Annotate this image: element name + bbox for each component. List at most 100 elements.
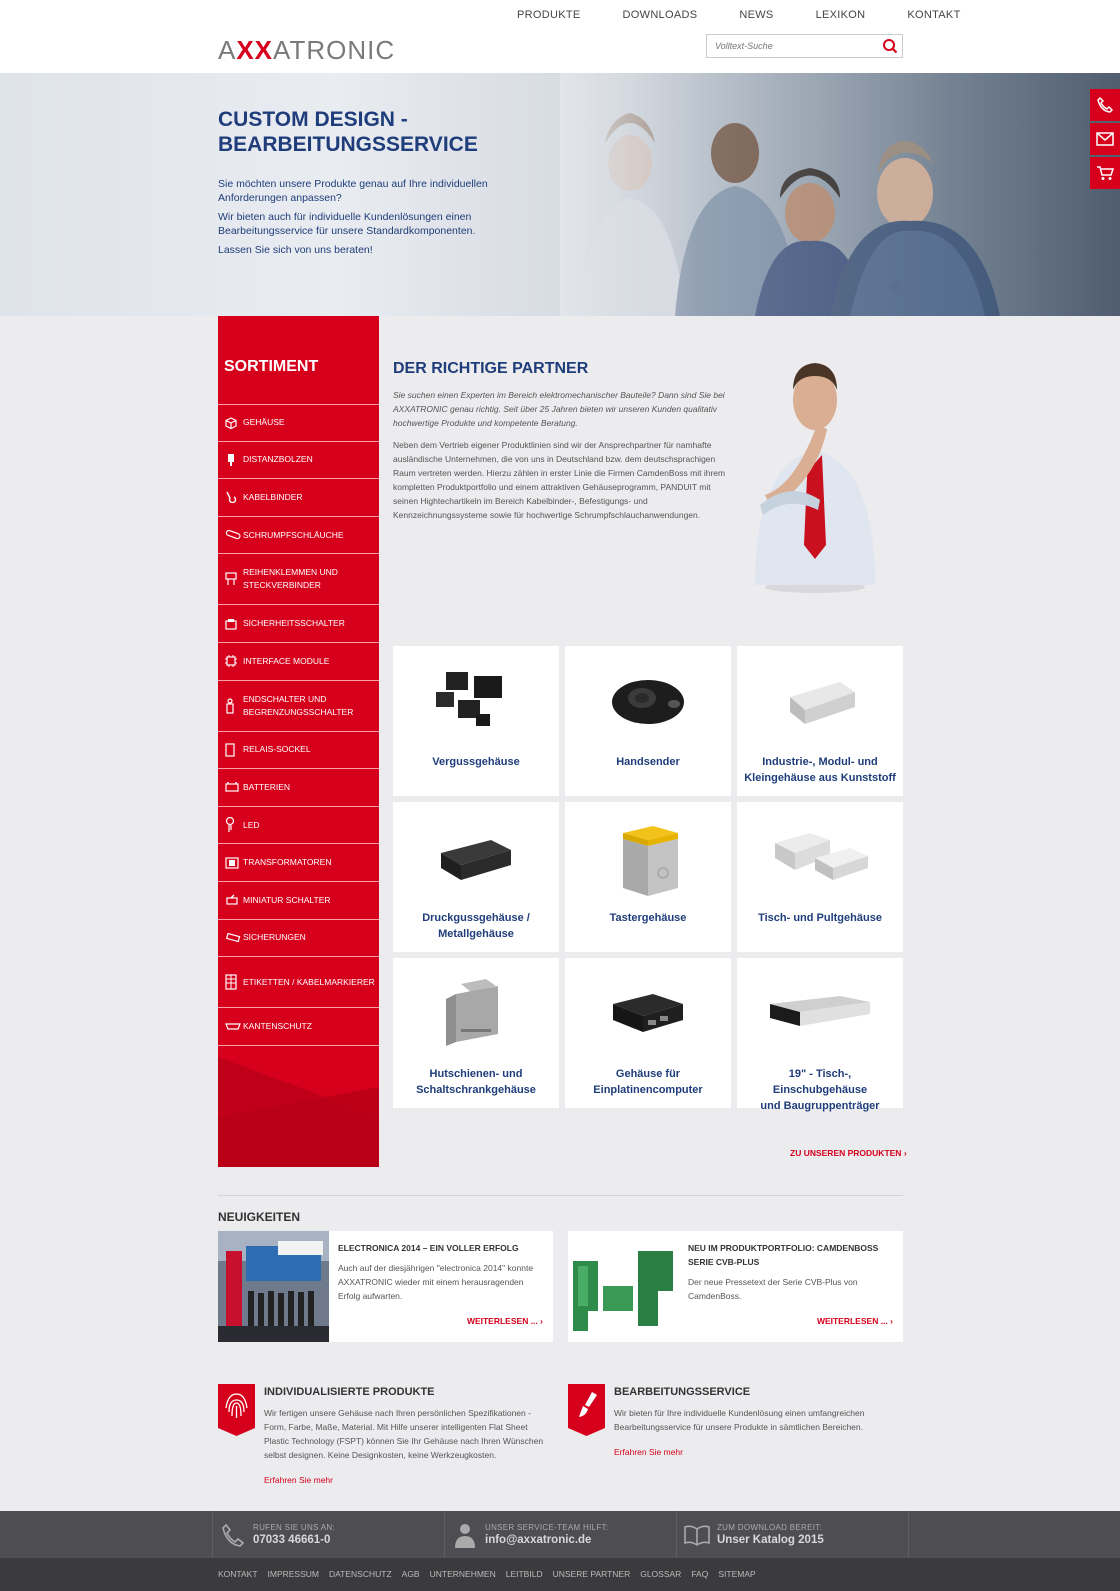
- cable-tie-icon: [225, 491, 243, 504]
- edge-guard-icon: [225, 1021, 243, 1031]
- desktop-enclosure-image: [775, 833, 868, 880]
- sidebar-item-interface-module[interactable]: INTERFACE MODULE: [218, 643, 379, 681]
- sidebar-item-relais-sockel[interactable]: RELAIS-SOCKEL: [218, 732, 379, 770]
- footer-link-glossar[interactable]: GLOSSAR: [640, 1569, 681, 1579]
- potting-box-image: [436, 672, 502, 726]
- sidebar-item-miniatur-schalter[interactable]: MINIATUR SCHALTER: [218, 882, 379, 920]
- paintbrush-icon: [568, 1384, 605, 1436]
- footer-link-sitemap[interactable]: SITEMAP: [718, 1569, 755, 1579]
- terminal-icon: [225, 572, 243, 586]
- sidebar-item-sicherheitsschalter[interactable]: SICHERHEITSSCHALTER: [218, 605, 379, 643]
- news-title-text[interactable]: ELECTRONICA 2014 – EIN VOLLER ERFOLG: [338, 1241, 548, 1255]
- product-card-vergussgehaeuse[interactable]: Vergussgehäuse: [393, 646, 559, 796]
- learn-more-link[interactable]: Erfahren Sie mehr: [614, 1447, 683, 1457]
- relay-icon: [225, 743, 243, 757]
- nav-lexikon[interactable]: LEXIKON: [816, 9, 866, 21]
- footer-link-unternehmen[interactable]: UNTERNEHMEN: [430, 1569, 496, 1579]
- sidebar-item-endschalter[interactable]: ENDSCHALTER UND BEGRENZUNGSSCHALTER: [218, 681, 379, 732]
- search-input[interactable]: [707, 35, 867, 57]
- product-card-einplatinencomputer[interactable]: Gehäuse für Einplatinencomputer: [565, 958, 731, 1108]
- hero-text: Sie möchten unsere Produkte genau auf Ih…: [218, 178, 488, 256]
- news-item: NEU IM PRODUKTPORTFOLIO: CAMDENBOSS SERI…: [568, 1231, 903, 1342]
- mini-switch-icon: [225, 894, 243, 906]
- din-rail-enclosure-image: [446, 979, 498, 1046]
- chip-icon: [225, 655, 243, 668]
- chevron-right-icon: ›: [903, 1148, 907, 1158]
- sidebar-menu: GEHÄUSE DISTANZBOLZEN KABELBINDER SCHRUM…: [218, 404, 379, 1046]
- nav-kontakt[interactable]: KONTAKT: [907, 9, 960, 21]
- footer-phone[interactable]: RUFEN SIE UNS AN: 07033 46661-0: [212, 1511, 444, 1558]
- sortiment-sidebar: SORTIMENT GEHÄUSE DISTANZBOLZEN KABELBIN…: [218, 316, 379, 1167]
- sidebar-item-etiketten[interactable]: ETIKETTEN / KABELMARKIERER: [218, 957, 379, 1009]
- footer-service[interactable]: UNSER SERVICE-TEAM HILFT: info@axxatronic…: [444, 1511, 676, 1558]
- sidebar-item-sicherungen[interactable]: SICHERUNGEN: [218, 920, 379, 958]
- site-header: AXXATRONIC PRODUKTE DOWNLOADS NEWS LEXIK…: [0, 0, 1120, 73]
- sidebar-item-schrumpfschlaeuche[interactable]: SCHRUMPFSCHLÄUCHE: [218, 517, 379, 555]
- sidebar-decoration: [218, 1057, 379, 1167]
- footer-link-partner[interactable]: UNSERE PARTNER: [553, 1569, 631, 1579]
- team-photo: [560, 73, 1120, 316]
- nav-produkte[interactable]: PRODUKTE: [517, 9, 581, 21]
- fingerprint-icon: [218, 1384, 255, 1436]
- nav-news[interactable]: NEWS: [739, 9, 773, 21]
- partner-body: Neben dem Vertrieb eigener Produktlinien…: [393, 440, 726, 520]
- product-card-tastergehaeuse[interactable]: Tastergehäuse: [565, 802, 731, 952]
- feature-text: Wir fertigen unsere Gehäuse nach Ihren p…: [264, 1408, 544, 1460]
- feature-text: Wir bieten für Ihre individuelle Kundenl…: [614, 1408, 865, 1432]
- phone-button[interactable]: [1090, 89, 1120, 121]
- businessman-photo: [755, 363, 875, 593]
- led-icon: [225, 817, 243, 833]
- book-icon: [684, 1525, 710, 1546]
- hero-title: CUSTOM DESIGN - BEARBEITUNGSSERVICE: [218, 108, 478, 156]
- section-divider: [218, 1195, 903, 1196]
- product-card-19-zoll-gehaeuse[interactable]: 19" - Tisch-, Einschubgehäuse und Baugrup…: [737, 958, 903, 1112]
- single-board-case-image: [613, 994, 683, 1032]
- product-card-industriegehaeuse[interactable]: Industrie-, Modul- und Kleingehäuse aus K…: [737, 646, 903, 796]
- news-title: NEUIGKEITEN: [218, 1210, 301, 1224]
- sidebar-item-batterien[interactable]: BATTERIEN: [218, 769, 379, 807]
- learn-more-link[interactable]: Erfahren Sie mehr: [264, 1475, 333, 1485]
- search-box: [706, 34, 903, 58]
- logo[interactable]: AXXATRONIC: [218, 35, 395, 66]
- search-icon[interactable]: [882, 38, 898, 54]
- footer-download[interactable]: ZUM DOWNLOAD BEREIT: Unser Katalog 2015: [676, 1511, 909, 1558]
- sidebar-item-kabelbinder[interactable]: KABELBINDER: [218, 479, 379, 517]
- products-link[interactable]: ZU UNSEREN PRODUKTEN ›: [790, 1148, 907, 1158]
- sidebar-item-gehaeuse[interactable]: GEHÄUSE: [218, 404, 379, 442]
- footer-link-agb[interactable]: AGB: [402, 1569, 420, 1579]
- top-navigation: PRODUKTE DOWNLOADS NEWS LEXIKON KONTAKT: [517, 9, 961, 21]
- sidebar-item-led[interactable]: LED: [218, 807, 379, 845]
- footer-link-leitbild[interactable]: LEITBILD: [506, 1569, 543, 1579]
- sidebar-item-kantenschutz[interactable]: KANTENSCHUTZ: [218, 1008, 379, 1046]
- footer-link-faq[interactable]: FAQ: [691, 1569, 708, 1579]
- news-title-text[interactable]: NEU IM PRODUKTPORTFOLIO: CAMDENBOSS SERI…: [688, 1241, 898, 1269]
- slider-dot[interactable]: [889, 281, 900, 292]
- nav-downloads[interactable]: DOWNLOADS: [623, 9, 698, 21]
- footer-link-datenschutz[interactable]: DATENSCHUTZ: [329, 1569, 392, 1579]
- read-more-link[interactable]: WEITERLESEN ... ›: [817, 1316, 893, 1326]
- sidebar-item-distanzbolzen[interactable]: DISTANZBOLZEN: [218, 442, 379, 480]
- cvb-plus-product-image: [568, 1231, 679, 1342]
- footer-contact-bar: RUFEN SIE UNS AN: 07033 46661-0 UNSER SER…: [0, 1511, 1120, 1558]
- news-item: ELECTRONICA 2014 – EIN VOLLER ERFOLG Auc…: [218, 1231, 553, 1342]
- product-card-handsender[interactable]: Handsender: [565, 646, 731, 796]
- news-excerpt: Auch auf der diesjährigen "electronica 2…: [338, 1263, 534, 1301]
- phone-icon: [222, 1523, 245, 1547]
- sidebar-item-transformatoren[interactable]: TRANSFORMATOREN: [218, 844, 379, 882]
- push-button-box-image: [623, 826, 678, 896]
- partner-intro: Sie suchen einen Experten im Bereich ele…: [393, 390, 725, 428]
- mail-button[interactable]: [1090, 123, 1120, 155]
- label-icon: [225, 974, 243, 990]
- product-card-hutschienengehaeuse[interactable]: Hutschienen- und Schaltschrankgehäuse: [393, 958, 559, 1108]
- plastic-enclosure-image: [790, 682, 855, 724]
- footer-link-impressum[interactable]: IMPRESSUM: [268, 1569, 319, 1579]
- sidebar-item-reihenklemmen[interactable]: REIHENKLEMMEN UND STECKVERBINDER: [218, 554, 379, 606]
- mail-icon: [1096, 132, 1114, 146]
- transformer-icon: [225, 857, 243, 869]
- footer-link-kontakt[interactable]: KONTAKT: [218, 1569, 258, 1579]
- product-card-druckgussgehaeuse[interactable]: Druckgussgehäuse / Metallgehäuse: [393, 802, 559, 952]
- electronica-booth-image: [218, 1231, 329, 1342]
- product-card-tischgehaeuse[interactable]: Tisch- und Pultgehäuse: [737, 802, 903, 952]
- read-more-link[interactable]: WEITERLESEN ... ›: [467, 1316, 543, 1326]
- cart-button[interactable]: [1090, 157, 1120, 189]
